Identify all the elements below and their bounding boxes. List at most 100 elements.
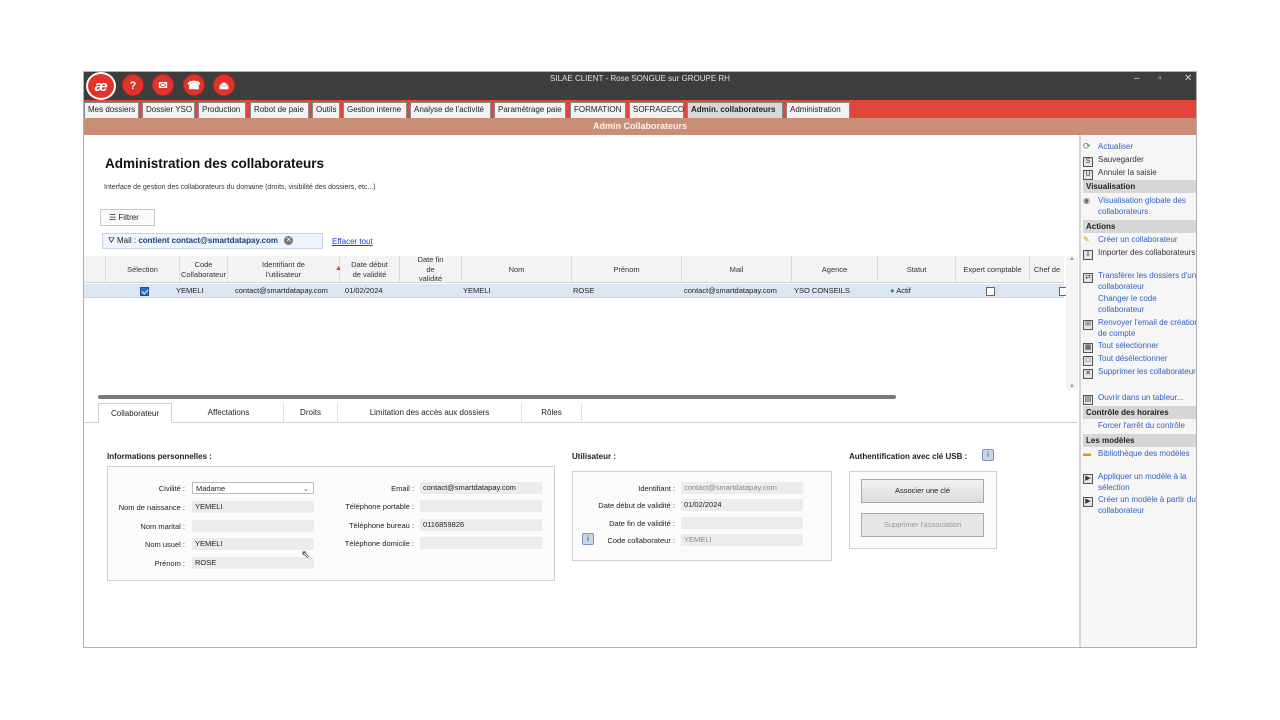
- main-tab-bar: Mes dossiers Dossier YSO Production Robo…: [84, 100, 1196, 118]
- tab-formation[interactable]: FORMATION: [570, 102, 626, 118]
- tab-limitation-acces[interactable]: Limitation des accès aux dossiers: [338, 403, 522, 423]
- tab-production[interactable]: Production: [198, 102, 246, 118]
- tab-robot-de-paie[interactable]: Robot de paie: [250, 102, 309, 118]
- col-header-prenom[interactable]: Prénom: [572, 256, 682, 283]
- usb-heading: Authentification avec clé USB :: [849, 452, 968, 461]
- col-header-agence[interactable]: Agence: [792, 256, 878, 283]
- filter-button-label: Filtrer: [118, 213, 139, 222]
- col-header-identifiant[interactable]: Identifiant de l'utilisateur: [228, 256, 340, 283]
- create-collaborator-action[interactable]: ✎ Créer un collaborateur: [1083, 234, 1196, 245]
- tab-mes-dossiers[interactable]: Mes dossiers: [84, 102, 139, 118]
- associate-key-button[interactable]: Associer une clé: [861, 479, 984, 503]
- play-icon: ▶: [1083, 497, 1093, 507]
- actions-panel: ⟳ Actualiser S Sauvegarder U Annuler la sai…: [1079, 135, 1196, 647]
- civilite-select[interactable]: Madame ⌄: [192, 482, 314, 494]
- personal-info-heading: Informations personnelles :: [107, 452, 212, 461]
- scroll-down-icon[interactable]: ▼: [1066, 384, 1078, 390]
- user-identifiant-label: Identifiant :: [638, 484, 675, 493]
- user-date-debut-field[interactable]: 01/02/2024: [681, 499, 803, 511]
- col-header-date-fin[interactable]: Date fin de validité: [400, 255, 462, 283]
- nom-usuel-field[interactable]: YEMELI: [192, 538, 314, 550]
- import-action[interactable]: ⇩ Importer des collaborateurs: [1083, 247, 1196, 260]
- tab-sofrageco[interactable]: SOFRAGECO: [629, 102, 684, 118]
- resend-email-action[interactable]: ✉ Renvoyer l'email de création de compte: [1083, 317, 1196, 338]
- deselect-all-action[interactable]: □ Tout désélectionner: [1083, 353, 1196, 366]
- user-date-fin-field[interactable]: [681, 517, 803, 529]
- tel-bureau-field[interactable]: 0116859826: [420, 519, 542, 531]
- tab-analyse-activite[interactable]: Analyse de l'activité: [410, 102, 491, 118]
- col-header-code[interactable]: Code Collaborateur: [180, 256, 228, 283]
- grid-horizontal-scrollbar[interactable]: [98, 395, 896, 399]
- models-library-action[interactable]: ▬ Bibliothèque des modèles: [1083, 448, 1196, 459]
- minimize-icon[interactable]: –: [1134, 73, 1140, 84]
- tab-gestion-interne[interactable]: Gestion interne: [343, 102, 407, 118]
- tab-outils[interactable]: Outils: [312, 102, 340, 118]
- email-field[interactable]: contact@smartdatapay.com: [420, 482, 542, 494]
- col-header-selection[interactable]: Sélection: [106, 256, 180, 283]
- row-select-checkbox[interactable]: [140, 284, 149, 298]
- close-icon[interactable]: ✕: [1184, 73, 1192, 84]
- prenom-field[interactable]: ROSE: [192, 557, 314, 569]
- grid-vertical-scrollbar[interactable]: ▲ ▼: [1066, 256, 1078, 390]
- import-icon: ⇩: [1083, 250, 1093, 260]
- tab-droits[interactable]: Droits: [284, 403, 338, 423]
- filter-icon: ☰: [109, 213, 119, 222]
- select-all-action[interactable]: ▦ Tout sélectionner: [1083, 340, 1196, 353]
- filter-chip[interactable]: ⛛ Mail : contient contact@smartdatapay.c…: [102, 233, 323, 249]
- delete-action[interactable]: ✕ Supprimer les collaborateurs: [1083, 366, 1196, 379]
- nom-marital-field[interactable]: [192, 520, 314, 532]
- table-row[interactable]: YEMELI contact@smartdatapay.com 01/02/20…: [84, 284, 1068, 298]
- tab-administration[interactable]: Administration: [786, 102, 850, 118]
- col-header-statut[interactable]: Statut: [878, 256, 956, 283]
- user-date-fin-label: Date fin de validité :: [609, 519, 675, 528]
- remove-association-button[interactable]: Supprimer l'association: [861, 513, 984, 537]
- tab-admin-collaborateurs[interactable]: Admin. collaborateurs: [687, 102, 783, 118]
- tab-parametrage-paie[interactable]: Paramétrage paie: [494, 102, 566, 118]
- cancel-action[interactable]: U Annuler la saisie: [1083, 167, 1196, 180]
- refresh-action[interactable]: ⟳ Actualiser: [1083, 141, 1196, 152]
- actions-heading: Actions: [1083, 220, 1196, 233]
- tab-roles[interactable]: Rôles: [522, 403, 582, 423]
- collaborators-grid: Sélection Code Collaborateur Identifiant…: [84, 255, 1068, 396]
- transfer-icon: ⇄: [1083, 273, 1093, 283]
- clear-all-link[interactable]: Effacer tout: [332, 237, 373, 246]
- title-bar: æ ? ✉ ☎ ⏏ SILAE CLIENT - Rose SONGUE sur…: [84, 72, 1196, 100]
- col-header-mail[interactable]: Mail: [682, 256, 792, 283]
- detail-tabs: Collaborateur Affectations Droits Limita…: [84, 403, 1078, 423]
- user-code-field: YEMELI: [681, 534, 803, 546]
- remove-filter-icon[interactable]: ✕: [284, 236, 294, 246]
- open-spreadsheet-action[interactable]: ▤ Ouvrir dans un tableur...: [1083, 392, 1196, 405]
- tel-domicile-field[interactable]: [420, 537, 542, 549]
- nom-naissance-field[interactable]: YEMELI: [192, 501, 314, 513]
- hours-control-heading: Contrôle des horaires: [1083, 406, 1196, 419]
- save-action[interactable]: S Sauvegarder: [1083, 154, 1196, 167]
- section-band: Admin Collaborateurs: [84, 118, 1196, 135]
- scroll-up-icon[interactable]: ▲: [1066, 256, 1078, 262]
- tel-portable-field[interactable]: [420, 500, 542, 512]
- window-title: SILAE CLIENT - Rose SONGUE sur GROUPE RH: [550, 74, 730, 83]
- maximize-icon[interactable]: ▫: [1158, 73, 1162, 84]
- tel-portable-label: Téléphone portable :: [345, 502, 414, 511]
- tab-affectations[interactable]: Affectations: [174, 403, 284, 423]
- apply-model-action[interactable]: ▶ Appliquer un modèle à la sélection: [1083, 471, 1196, 492]
- col-header-chef[interactable]: Chef de: [1030, 256, 1064, 283]
- col-header-nom[interactable]: Nom: [462, 256, 572, 283]
- cell-date-debut: 01/02/2024: [345, 286, 383, 295]
- transfer-action[interactable]: ⇄ Transférer les dossiers d'un collaborat…: [1083, 270, 1196, 291]
- col-header-date-debut[interactable]: Date début de validité: [340, 256, 400, 283]
- create-model-action[interactable]: ▶ Créer un modèle à partir du collaborate…: [1083, 494, 1196, 515]
- chevron-down-icon: ⌄: [302, 484, 309, 493]
- tab-collaborateur[interactable]: Collaborateur: [98, 403, 172, 423]
- col-header-expert-comptable[interactable]: Expert comptable: [956, 256, 1030, 283]
- filter-button[interactable]: ☰ Filtrer: [100, 209, 155, 226]
- cell-expert-comptable-checkbox[interactable]: [986, 284, 995, 298]
- grid-header: Sélection Code Collaborateur Identifiant…: [84, 255, 1064, 283]
- spreadsheet-icon: ▤: [1083, 395, 1093, 405]
- visualisation-heading: Visualisation: [1083, 180, 1196, 193]
- global-view-action[interactable]: ◉ Visualisation globale des collaborateur…: [1083, 195, 1196, 216]
- sort-ascending-icon: ▲: [335, 265, 342, 272]
- cell-statut: ● Actif: [890, 286, 911, 295]
- tab-dossier-yso[interactable]: Dossier YSO: [142, 102, 195, 118]
- prenom-label: Prénom :: [154, 559, 185, 568]
- usb-info-icon[interactable]: i: [982, 449, 994, 461]
